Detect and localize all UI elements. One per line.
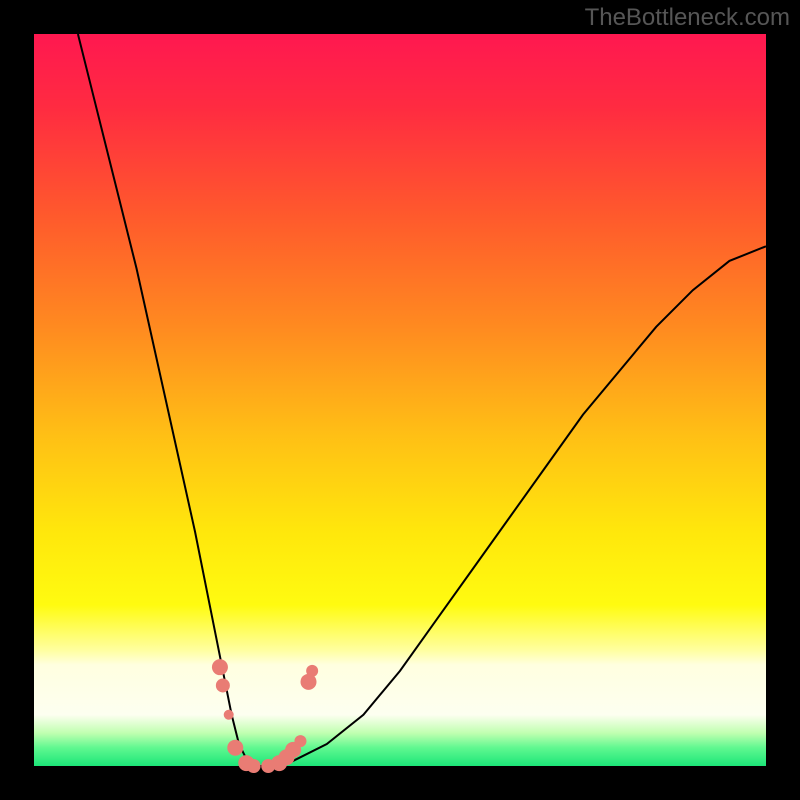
chart-svg	[0, 0, 800, 800]
data-marker	[227, 740, 243, 756]
data-marker	[247, 759, 261, 773]
data-marker	[212, 659, 228, 675]
data-marker	[216, 678, 230, 692]
watermark-text: TheBottleneck.com	[585, 4, 790, 32]
data-marker	[306, 665, 318, 677]
data-marker	[224, 710, 234, 720]
plot-area	[34, 34, 766, 766]
data-marker	[294, 735, 306, 747]
